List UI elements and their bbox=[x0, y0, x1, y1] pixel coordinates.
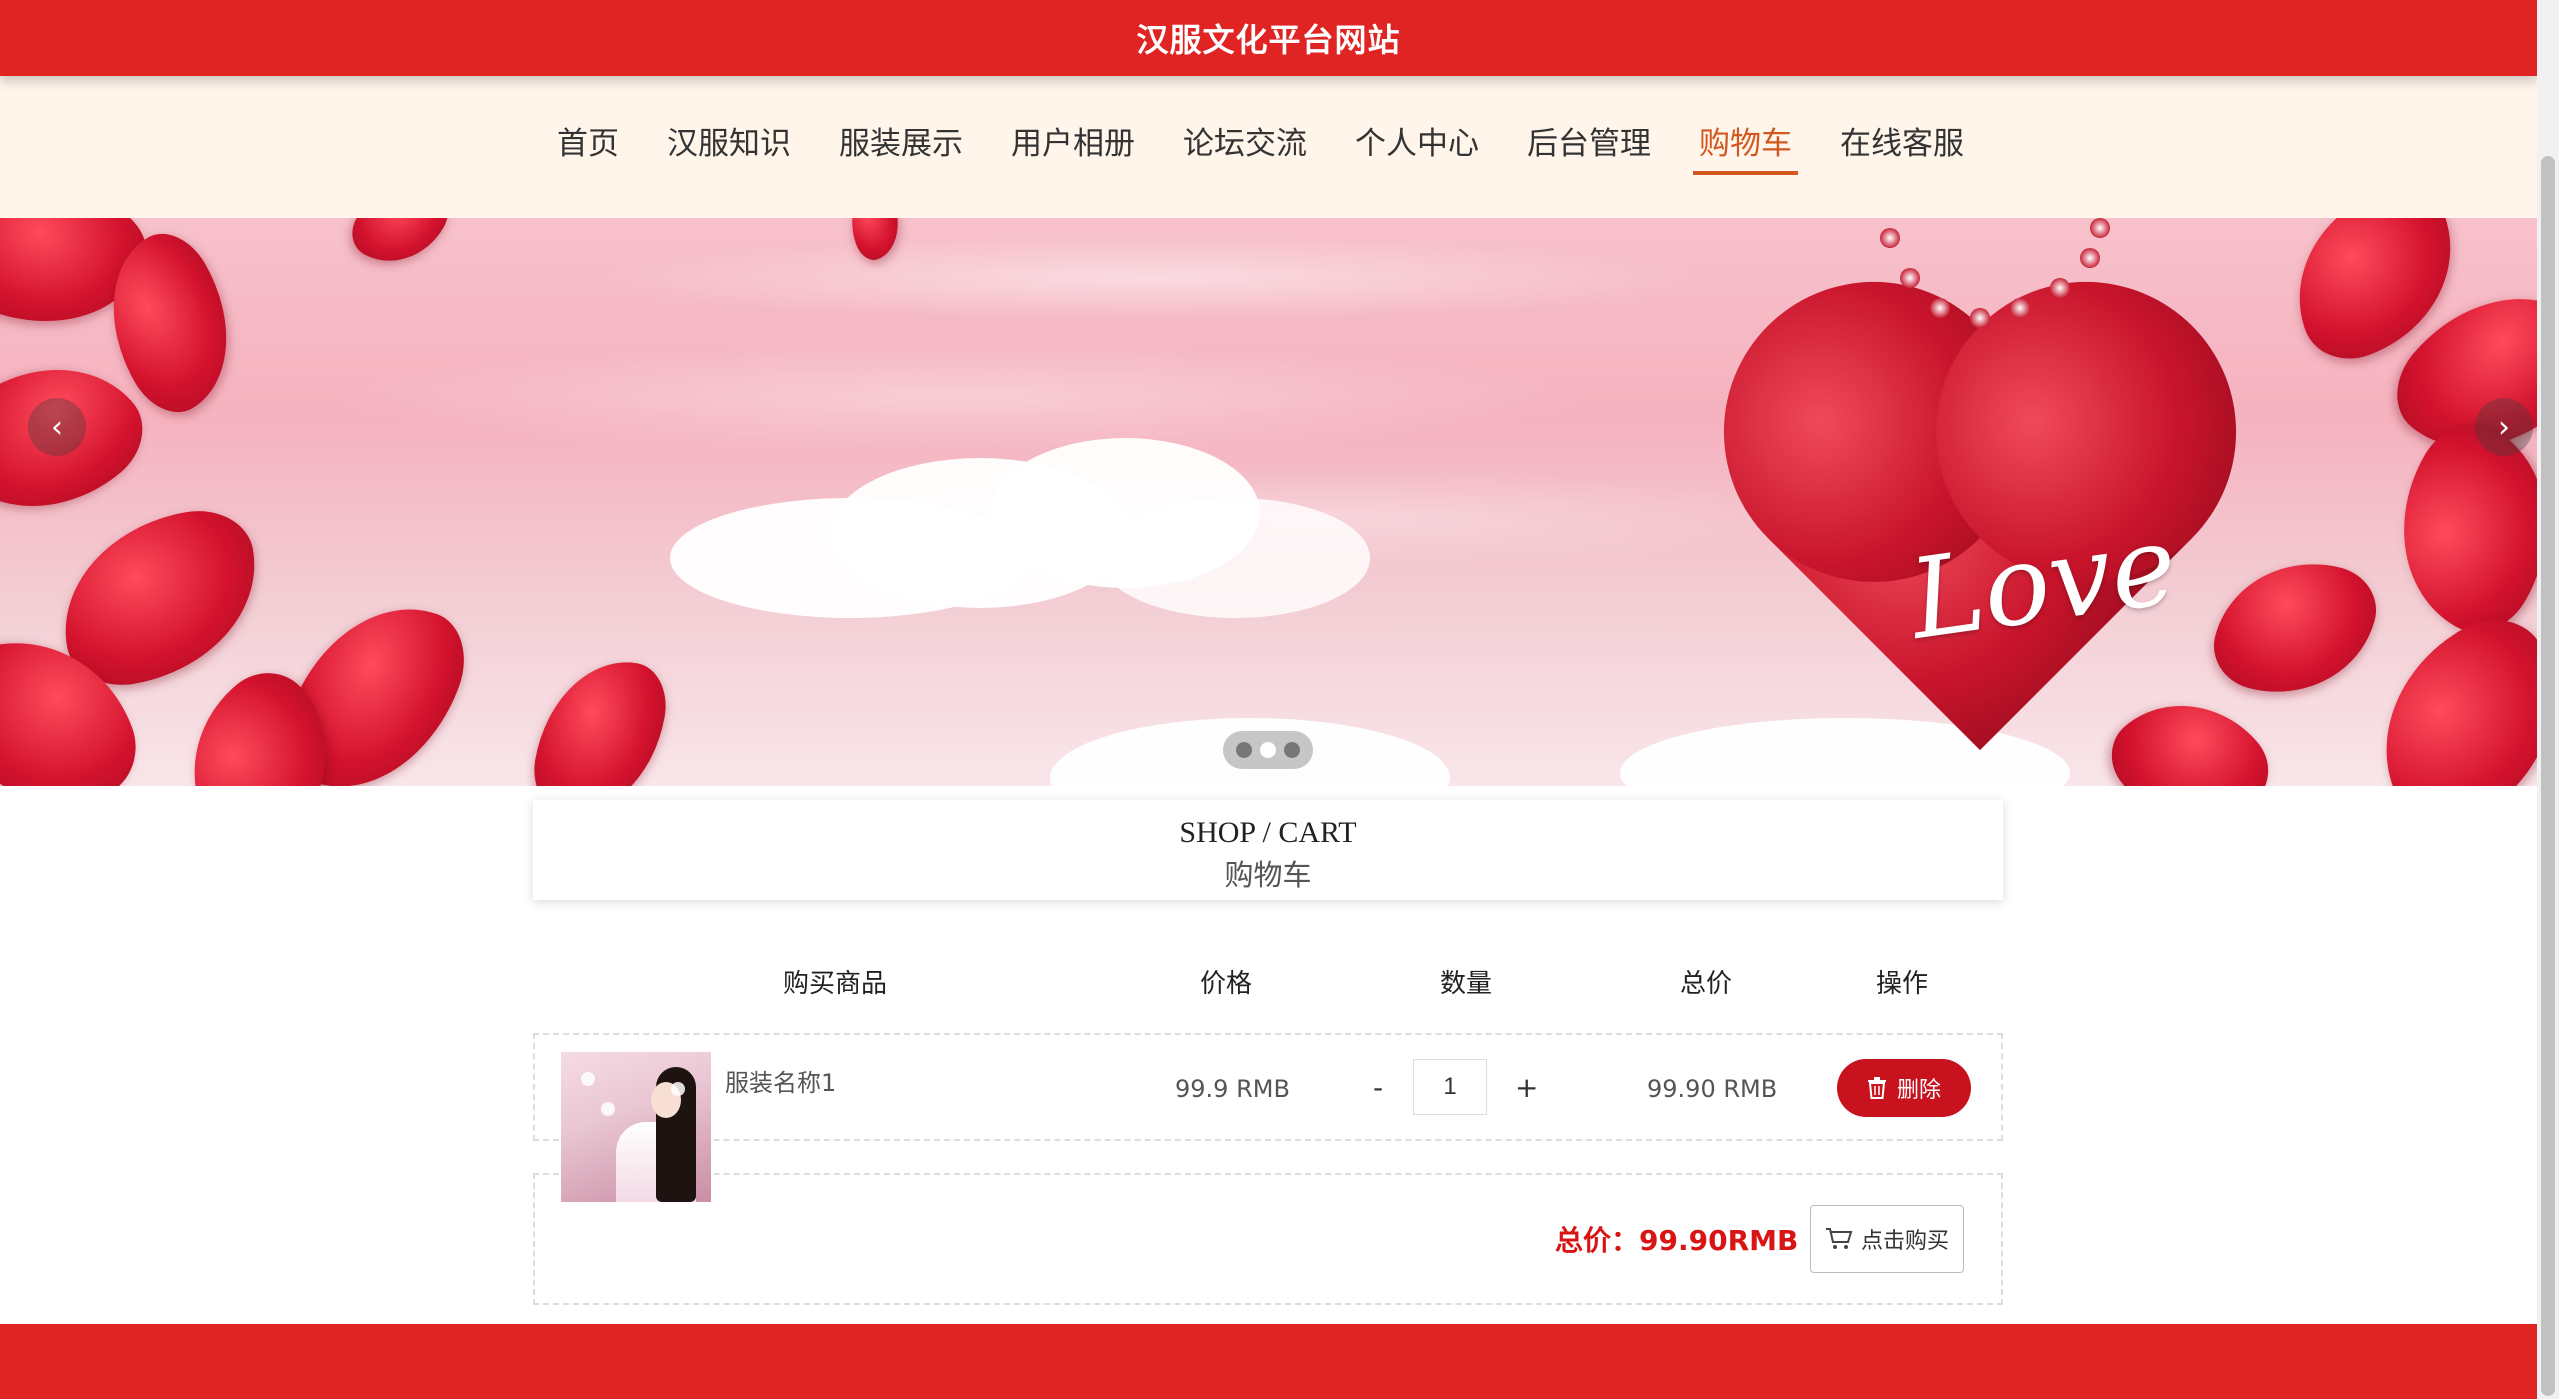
page: 汉服文化平台网站 首页 汉服知识 服装展示 用户相册 论坛交流 个人中心 后台管… bbox=[0, 0, 2559, 1399]
carousel-dot-1[interactable] bbox=[1236, 742, 1252, 758]
thumb-flower bbox=[671, 1082, 685, 1096]
quantity-decrease-button[interactable]: - bbox=[1373, 1071, 1383, 1104]
section-title-zh: 购物车 bbox=[1224, 858, 1312, 892]
sparkle-bead bbox=[2090, 218, 2110, 238]
nav-item-customer-service[interactable]: 在线客服 bbox=[1816, 110, 1988, 177]
nav-item-clothing-display[interactable]: 服装展示 bbox=[815, 110, 987, 177]
header-total: 总价 bbox=[1680, 969, 1733, 999]
carousel-dot-3[interactable] bbox=[1284, 742, 1300, 758]
carousel-prev-arrow-icon[interactable]: ‹ bbox=[28, 398, 86, 456]
product-name[interactable]: 服装名称1 bbox=[725, 1063, 836, 1098]
cart-summary: 总价：99.90RMB 点击购买 bbox=[533, 1173, 2003, 1305]
sparkle-bead bbox=[2050, 278, 2070, 298]
cart-total-price: 总价：99.90RMB bbox=[1555, 1224, 1799, 1257]
product-total: 99.90 RMB bbox=[1647, 1075, 1778, 1103]
site-title: 汉服文化平台网站 bbox=[1136, 21, 1401, 59]
nav-item-cart[interactable]: 购物车 bbox=[1675, 110, 1816, 177]
nav-item-hanfu-knowledge[interactable]: 汉服知识 bbox=[643, 110, 815, 177]
section-title-en: SHOP / CART bbox=[1179, 816, 1357, 849]
checkout-label: 点击购买 bbox=[1860, 1229, 1949, 1254]
quantity-input[interactable] bbox=[1413, 1059, 1487, 1115]
sparkle-bead bbox=[1930, 298, 1950, 318]
thumb-flower bbox=[601, 1102, 615, 1116]
banner-carousel: Love ‹ › bbox=[0, 218, 2537, 786]
header-action: 操作 bbox=[1876, 969, 1929, 999]
trash-icon bbox=[1867, 1077, 1886, 1099]
love-heart-illustration: Love bbox=[1720, 325, 2240, 786]
nav-item-personal-center[interactable]: 个人中心 bbox=[1331, 110, 1503, 177]
nav-item-admin[interactable]: 后台管理 bbox=[1503, 110, 1675, 177]
shopping-cart-icon bbox=[1825, 1228, 1853, 1249]
scrollbar-thumb[interactable] bbox=[2541, 156, 2555, 1396]
site-header: 汉服文化平台网站 bbox=[0, 0, 2537, 76]
delete-label: 删除 bbox=[1896, 1078, 1941, 1103]
main-nav: 首页 汉服知识 服装展示 用户相册 论坛交流 个人中心 后台管理 购物车 在线客… bbox=[0, 76, 2537, 218]
sparkle-bead bbox=[2010, 298, 2030, 318]
delete-button[interactable]: 删除 bbox=[1837, 1059, 1971, 1117]
carousel-dot-2[interactable] bbox=[1260, 742, 1276, 758]
cart-row: 服装名称1 99.9 RMB - + 99.90 RMB 删除 bbox=[533, 1033, 2003, 1202]
carousel-next-arrow-icon[interactable]: › bbox=[2475, 398, 2533, 456]
section-title-box: SHOP / CART 购物车 bbox=[533, 800, 2003, 900]
thumb-flower bbox=[581, 1072, 595, 1086]
sparkle-bead bbox=[1900, 268, 1920, 288]
sparkle-bead bbox=[1970, 308, 1990, 328]
sparkle-bead bbox=[1880, 228, 1900, 248]
nav-item-home[interactable]: 首页 bbox=[533, 110, 643, 177]
header-price: 价格 bbox=[1200, 969, 1253, 999]
header-product: 购买商品 bbox=[783, 969, 888, 999]
sparkle-bead bbox=[2080, 248, 2100, 268]
carousel-indicators bbox=[1223, 731, 1313, 769]
nav-item-user-album[interactable]: 用户相册 bbox=[987, 110, 1159, 177]
product-price: 99.9 RMB bbox=[1175, 1075, 1290, 1103]
vertical-scrollbar[interactable] bbox=[2537, 0, 2559, 1399]
nav-item-forum[interactable]: 论坛交流 bbox=[1159, 110, 1331, 177]
site-footer bbox=[0, 1324, 2537, 1399]
product-thumbnail[interactable] bbox=[561, 1052, 711, 1202]
cloud bbox=[1100, 498, 1370, 618]
checkout-button[interactable]: 点击购买 bbox=[1810, 1205, 1964, 1273]
quantity-increase-button[interactable]: + bbox=[1515, 1071, 1538, 1104]
header-quantity: 数量 bbox=[1440, 969, 1493, 999]
cart-table-header: 购买商品 价格 数量 总价 操作 bbox=[533, 955, 2003, 1005]
nav-list: 首页 汉服知识 服装展示 用户相册 论坛交流 个人中心 后台管理 购物车 在线客… bbox=[533, 110, 1988, 177]
